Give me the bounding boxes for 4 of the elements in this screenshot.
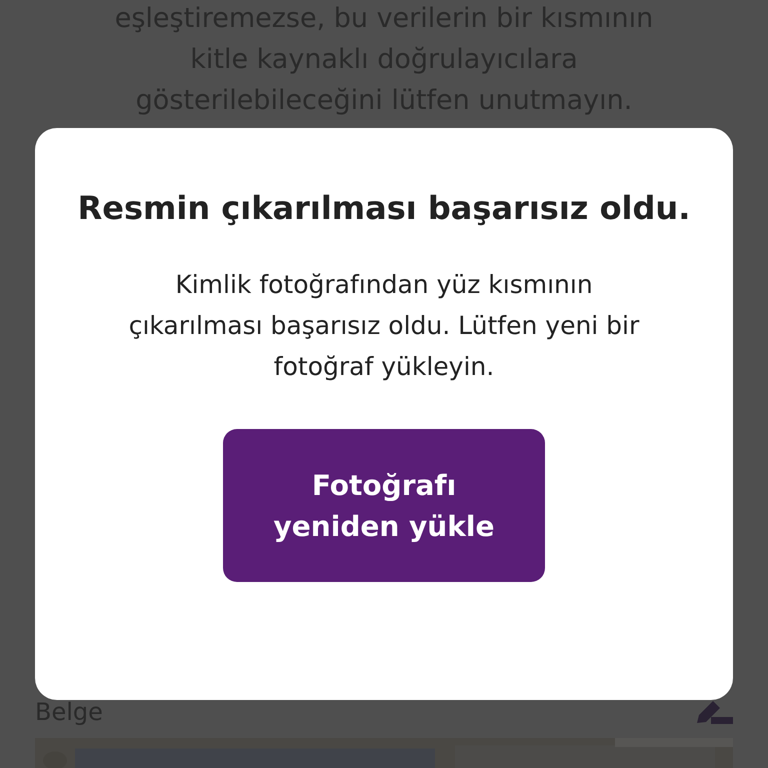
dialog-title: Resmin çıkarılması başarısız oldu. — [78, 188, 690, 229]
reupload-button[interactable]: Fotoğrafı yeniden yükle — [223, 429, 545, 582]
dialog-message: Kimlik fotoğrafından yüz kısmının çıkarılması başarısız oldu. Lütfen yeni bir fotoğraf yükleyin. — [128, 269, 640, 383]
edit-icon[interactable] — [695, 699, 733, 725]
